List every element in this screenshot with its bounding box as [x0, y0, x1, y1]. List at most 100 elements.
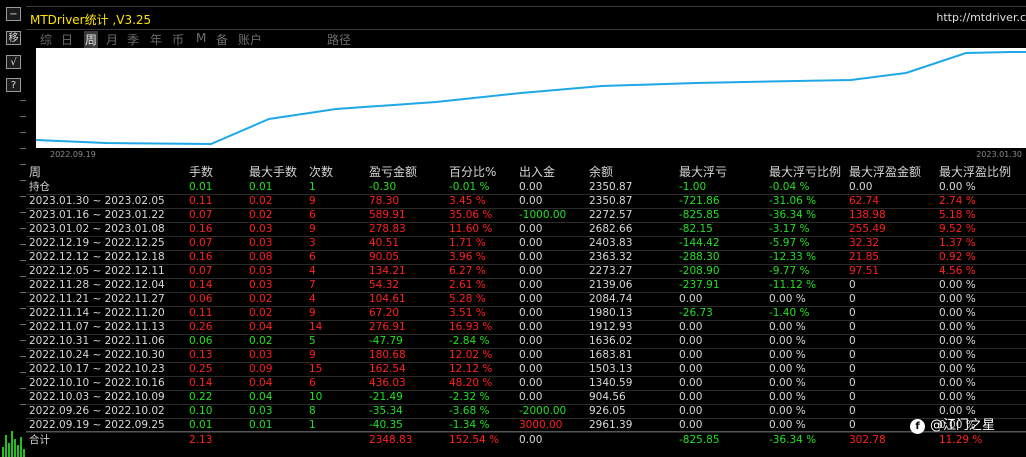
table-cell: 2084.74: [589, 293, 633, 305]
table-cell: 0.26: [189, 321, 213, 333]
table-cell: -36.34 %: [769, 209, 817, 221]
table-cell: 0.00 %: [769, 377, 806, 389]
table-cell: 0.16: [189, 251, 213, 263]
table-cell: 0.00 %: [769, 321, 806, 333]
table-cell: 0.02: [249, 293, 273, 305]
table-cell: 0.06: [189, 293, 213, 305]
table-cell: 0: [849, 419, 856, 431]
table-cell: -5.97 %: [769, 237, 810, 249]
title-bar: MTDriver统计 ,V3.25 http://mtdriver.c: [26, 6, 1026, 30]
watermark-text: @江门之星: [930, 418, 996, 433]
table-cell: 4: [309, 265, 316, 277]
column-header: 次数: [309, 165, 334, 179]
week-row: 2023.01.16 ~ 2023.01.22 0.07 0.02 6 589.91 35…: [26, 208, 1026, 222]
table-cell: 0.00: [679, 405, 703, 417]
table-cell: 4.56 %: [939, 265, 976, 277]
table-cell: 5.28 %: [449, 293, 486, 305]
table-cell: 0.02: [249, 209, 273, 221]
table-cell: 436.03: [369, 377, 406, 389]
table-cell: 162.54: [369, 363, 406, 375]
table-cell: 0.00 %: [769, 335, 806, 347]
table-cell: 0.00 %: [939, 363, 976, 375]
tab-5[interactable]: 年: [150, 31, 162, 48]
tab-9[interactable]: 账户: [238, 31, 262, 48]
table-cell: 0.03: [249, 237, 273, 249]
equity-chart-svg: [35, 51, 1026, 146]
tab-2[interactable]: 周: [84, 31, 99, 48]
table-cell: 35.06 %: [449, 209, 493, 221]
table-cell: 1636.02: [589, 335, 633, 347]
column-header: 出入金: [519, 165, 556, 179]
table-cell: 0.07: [189, 209, 213, 221]
table-cell: 0.00: [519, 195, 543, 207]
table-cell: 0.00 %: [939, 279, 976, 291]
tab-6[interactable]: 币: [172, 31, 184, 48]
column-header: 最大手数: [249, 165, 298, 179]
tab-4[interactable]: 季: [127, 31, 139, 48]
table-cell: 0.04: [249, 377, 273, 389]
price-candle: [8, 443, 10, 457]
table-header: 周 手数 最大手数 次数 盈亏金额 百分比% 出入金 余额 最大浮亏 最大浮亏比例 最大浮盈金额 最大…: [26, 165, 1026, 179]
weibo-icon: f: [910, 419, 925, 434]
table-cell: 1.37 %: [939, 237, 976, 249]
price-candle: [17, 445, 19, 457]
table-cell: 12.12 %: [449, 363, 493, 375]
move-button[interactable]: 移: [6, 31, 21, 45]
week-row: 2022.10.03 ~ 2022.10.09 0.22 0.04 10 -21.49 -…: [26, 390, 1026, 404]
minimize-button[interactable]: −: [6, 7, 21, 21]
table-cell: 2022.11.07 ~ 2022.11.13: [29, 321, 165, 333]
table-cell: 5: [309, 335, 316, 347]
help-button[interactable]: ?: [6, 78, 21, 92]
tab-3[interactable]: 月: [106, 31, 118, 48]
table-cell: 0.08: [249, 251, 273, 263]
equity-line: [35, 51, 1026, 146]
total-cell: 合计: [29, 434, 50, 446]
column-header: 最大浮亏比例: [769, 165, 842, 179]
table-cell: 3: [309, 237, 316, 249]
week-row: 2022.09.26 ~ 2022.10.02 0.10 0.03 8 -35.34 -3…: [26, 404, 1026, 418]
check-button[interactable]: √: [6, 55, 21, 69]
table-cell: 2022.12.05 ~ 2022.12.11: [29, 265, 165, 277]
tab-8[interactable]: 备: [216, 31, 228, 48]
table-cell: 0.00: [679, 321, 703, 333]
table-cell: 2022.12.19 ~ 2022.12.25: [29, 237, 165, 249]
table-cell: 0.00: [679, 391, 703, 403]
table-cell: 0.00: [679, 335, 703, 347]
total-cell: 11.29 %: [939, 434, 983, 446]
table-cell: 3.45 %: [449, 195, 486, 207]
table-cell: 2350.87: [589, 181, 633, 193]
table-cell: 3000.00: [519, 419, 563, 431]
table-cell: 9: [309, 349, 316, 361]
table-cell: 2363.32: [589, 251, 633, 263]
table-cell: 6.27 %: [449, 265, 486, 277]
table-cell: 0.03: [249, 279, 273, 291]
table-cell: 持仓: [29, 181, 50, 193]
table-cell: 62.74: [849, 195, 880, 207]
table-cell: -3.17 %: [769, 223, 810, 235]
tab-0[interactable]: 综: [40, 31, 52, 48]
table-cell: 0: [849, 349, 856, 361]
table-cell: 0.00: [519, 251, 543, 263]
table-cell: 6: [309, 209, 316, 221]
table-cell: -31.06 %: [769, 195, 817, 207]
total-cell: 2348.83: [369, 434, 413, 446]
stats-panel: MTDriver统计 ,V3.25 http://mtdriver.c 综日周月…: [26, 0, 1026, 457]
table-cell: 2022.09.19 ~ 2022.09.25: [29, 419, 165, 431]
table-cell: 0: [849, 293, 856, 305]
table-cell: 0.00: [519, 181, 543, 193]
tab-10[interactable]: 路径: [327, 31, 351, 48]
table-cell: 276.91: [369, 321, 406, 333]
website-link[interactable]: http://mtdriver.c: [936, 11, 1026, 24]
table-cell: -1.00: [679, 181, 707, 193]
table-cell: 40.51: [369, 237, 400, 249]
tab-7[interactable]: M: [196, 31, 206, 45]
tab-1[interactable]: 日: [61, 31, 73, 48]
table-cell: -82.15: [679, 223, 713, 235]
table-cell: 2022.10.31 ~ 2022.11.06: [29, 335, 165, 347]
table-cell: 2403.83: [589, 237, 633, 249]
price-candle: [5, 435, 7, 457]
table-cell: -237.91: [679, 279, 720, 291]
table-cell: 0: [849, 321, 856, 333]
price-candle: [23, 449, 25, 457]
week-row: 2022.10.10 ~ 2022.10.16 0.14 0.04 6 436.03 48…: [26, 376, 1026, 390]
